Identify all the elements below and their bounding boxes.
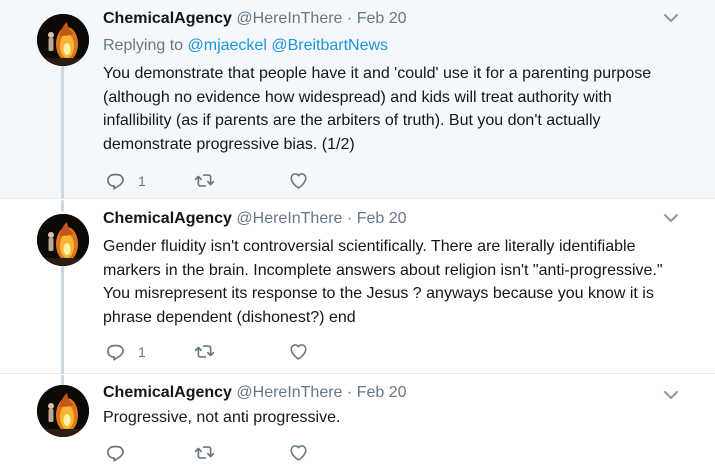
tweet-1[interactable]: ChemicalAgency @HereInThere · Feb 20 Rep… (0, 0, 715, 199)
chevron-down-icon[interactable] (663, 212, 679, 224)
tweet-text: Progressive, not anti progressive. (103, 409, 341, 426)
like-button[interactable] (288, 170, 309, 191)
tweet-2[interactable]: ChemicalAgency @HereInThere · Feb 20 Gen… (0, 200, 715, 374)
tweet-header: ChemicalAgency @HereInThere · Feb 20 (103, 384, 407, 402)
heart-icon (288, 442, 309, 463)
tweet-header: ChemicalAgency @HereInThere · Feb 20 (103, 10, 407, 28)
retweet-button[interactable] (194, 442, 215, 463)
display-name[interactable]: ChemicalAgency (103, 210, 232, 227)
reply-button[interactable]: 1 (105, 341, 146, 362)
like-button[interactable] (288, 442, 309, 463)
thread-line (61, 200, 64, 212)
reply-count: 1 (138, 172, 146, 189)
display-name[interactable]: ChemicalAgency (103, 10, 232, 27)
heart-icon (288, 170, 309, 191)
mention-link[interactable]: @BreitbartNews (271, 37, 388, 54)
tweet-text: You demonstrate that people have it and … (103, 65, 652, 153)
retweet-button[interactable] (194, 170, 215, 191)
replying-to-label: Replying to (103, 37, 184, 54)
reply-button[interactable] (105, 442, 126, 463)
replying-to: Replying to @mjaeckel @BreitbartNews (103, 37, 388, 55)
retweet-button[interactable] (194, 341, 215, 362)
reply-icon (105, 170, 126, 191)
timestamp[interactable]: Feb 20 (357, 10, 407, 27)
timestamp[interactable]: Feb 20 (357, 210, 407, 227)
avatar[interactable] (37, 14, 89, 66)
timestamp[interactable]: Feb 20 (357, 384, 407, 401)
reply-icon (105, 442, 126, 463)
username[interactable]: @HereInThere (236, 10, 342, 27)
separator: · (346, 10, 353, 27)
reply-count: 1 (138, 343, 146, 360)
thread-line (61, 264, 64, 374)
reply-icon (105, 341, 126, 362)
separator: · (346, 384, 353, 401)
chevron-down-icon[interactable] (663, 389, 679, 401)
chevron-down-icon[interactable] (663, 12, 679, 24)
username[interactable]: @HereInThere (236, 384, 342, 401)
thread-line (61, 64, 64, 199)
retweet-icon (194, 442, 215, 463)
retweet-icon (194, 170, 215, 191)
tweet-header: ChemicalAgency @HereInThere · Feb 20 (103, 210, 407, 228)
like-button[interactable] (288, 341, 309, 362)
avatar[interactable] (37, 385, 89, 437)
display-name[interactable]: ChemicalAgency (103, 384, 232, 401)
retweet-icon (194, 341, 215, 362)
mention-link[interactable]: @mjaeckel (188, 37, 267, 54)
username[interactable]: @HereInThere (236, 210, 342, 227)
tweet-text: Gender fluidity isn't controversial scie… (103, 238, 663, 326)
reply-button[interactable]: 1 (105, 170, 146, 191)
heart-icon (288, 341, 309, 362)
avatar[interactable] (37, 214, 89, 266)
tweet-3[interactable]: ChemicalAgency @HereInThere · Feb 20 Pro… (0, 375, 715, 471)
separator: · (346, 210, 353, 227)
